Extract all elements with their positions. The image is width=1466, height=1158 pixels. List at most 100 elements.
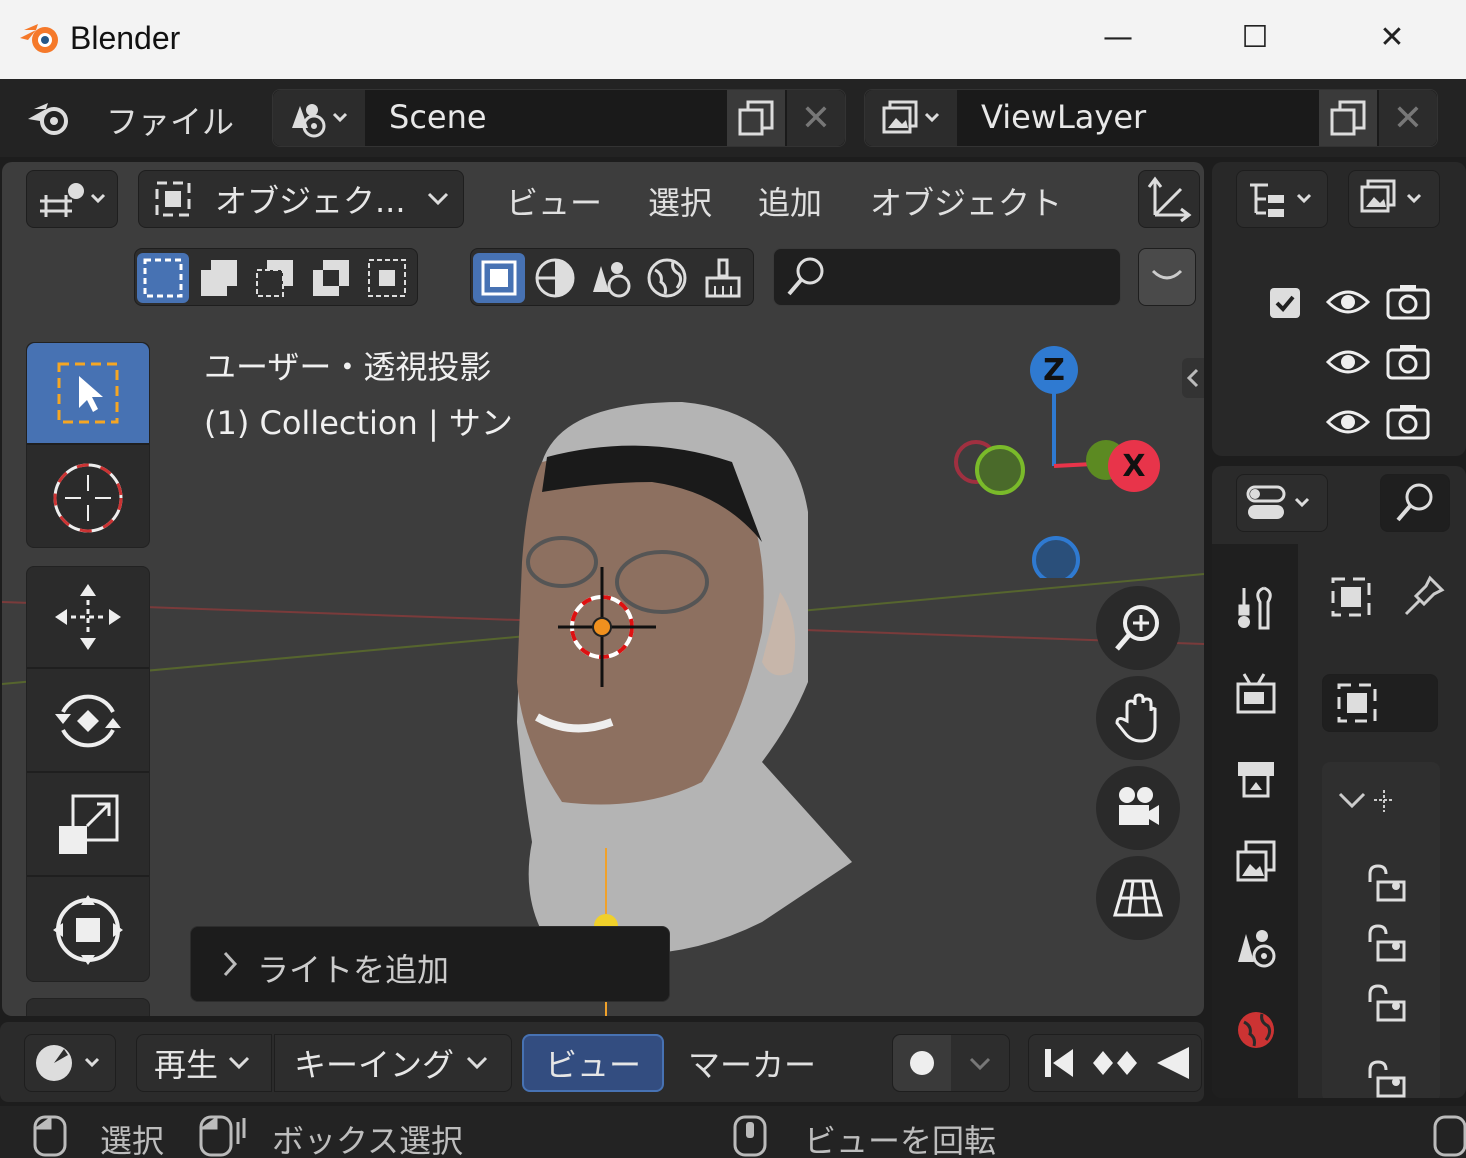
eye-icon[interactable]: [1326, 346, 1370, 378]
viewlayer-copy-button[interactable]: [1319, 90, 1377, 146]
pan-button[interactable]: [1096, 676, 1180, 760]
properties-tabs: [1212, 544, 1298, 1098]
close-button[interactable]: ✕: [1362, 14, 1422, 60]
select-extend-button[interactable]: [193, 253, 245, 303]
minimize-button[interactable]: —: [1088, 14, 1148, 60]
object-data-button[interactable]: [1318, 566, 1384, 628]
ortho-toggle-button[interactable]: [1096, 856, 1180, 940]
viewport-options-toggle[interactable]: [1138, 248, 1196, 306]
scene-name[interactable]: Scene: [389, 98, 487, 136]
filter-scene-button[interactable]: [585, 253, 637, 303]
tool-wrench-icon[interactable]: [1234, 584, 1278, 632]
eye-icon[interactable]: [1326, 406, 1370, 438]
filter-mesh-button[interactable]: [473, 253, 525, 303]
maximize-button[interactable]: ☐: [1225, 14, 1285, 60]
play-reverse-icon[interactable]: [1151, 1043, 1195, 1083]
viewlayer-remove-button[interactable]: ✕: [1379, 90, 1437, 146]
last-operation-panel[interactable]: ライトを追加: [190, 926, 670, 1002]
mouse-left-icon: [33, 1115, 67, 1157]
gizmo-x-axis[interactable]: X: [1108, 440, 1160, 492]
eye-icon[interactable]: [1326, 286, 1370, 318]
mouse-drag-icon: [199, 1115, 246, 1157]
outliner-display-mode[interactable]: [1348, 170, 1440, 228]
chevron-down-icon[interactable]: [1334, 782, 1404, 818]
jump-start-icon[interactable]: [1037, 1043, 1081, 1083]
filter-shading-button[interactable]: [529, 253, 581, 303]
status-bar: 選択 ボックス選択 ビューを回転: [0, 1106, 1466, 1158]
3d-viewport[interactable]: オブジェク... ビュー 選択 追加 オブジェクト ユーザー・透視投影 (1) …: [2, 162, 1204, 1016]
scene-icon[interactable]: [1234, 922, 1278, 970]
scene-copy-button[interactable]: [727, 90, 785, 146]
lock-icon[interactable]: [1362, 982, 1412, 1022]
mode-dropdown[interactable]: オブジェク...: [138, 170, 464, 228]
chevron-down-icon[interactable]: [965, 1049, 995, 1079]
output-printer-icon[interactable]: [1234, 754, 1278, 802]
toolbar-more-group[interactable]: [26, 998, 150, 1016]
scene-icon: [292, 104, 348, 138]
viewlayer-browse-button[interactable]: [865, 90, 957, 146]
select-intersect-button[interactable]: [361, 253, 413, 303]
timeline-view-menu[interactable]: ビュー: [522, 1034, 664, 1092]
scene-browse-button[interactable]: [273, 90, 365, 146]
menu-add[interactable]: 追加: [758, 178, 822, 224]
camera-render-icon[interactable]: [1386, 404, 1430, 440]
viewport-search-input[interactable]: [773, 248, 1121, 306]
checkmark-icon: [1275, 295, 1295, 312]
tool-scale[interactable]: [27, 775, 149, 877]
hand-icon: [1115, 693, 1157, 743]
gizmo-z-axis[interactable]: Z: [1030, 346, 1078, 394]
outliner-editor-type[interactable]: [1236, 170, 1328, 228]
transform-icon: [53, 895, 123, 965]
chevron-left-icon: [1186, 368, 1199, 388]
viewlayer-icon[interactable]: [1234, 838, 1278, 886]
lock-icon[interactable]: [1362, 862, 1412, 902]
copy-icon: [738, 100, 774, 136]
lock-icon[interactable]: [1362, 922, 1412, 962]
select-subtract-button[interactable]: [249, 253, 301, 303]
filter-paint-button[interactable]: [697, 253, 749, 303]
toolbar-select-group: [26, 342, 150, 548]
tool-select-box[interactable]: [27, 343, 149, 445]
object-selector[interactable]: [1322, 674, 1438, 732]
collection-checkbox[interactable]: [1270, 288, 1300, 318]
tool-cursor[interactable]: [27, 447, 149, 549]
tool-rotate[interactable]: [27, 671, 149, 773]
camera-render-icon[interactable]: [1386, 344, 1430, 380]
editor-type-button[interactable]: [26, 170, 118, 228]
sidebar-toggle[interactable]: [1182, 358, 1204, 398]
outliner-icon: [1250, 183, 1312, 217]
render-icon[interactable]: [1234, 670, 1278, 718]
tool-transform[interactable]: [27, 879, 149, 981]
auto-keying-group: [892, 1034, 1010, 1092]
camera-view-button[interactable]: [1096, 766, 1180, 850]
viewlayer-name[interactable]: ViewLayer: [981, 98, 1146, 136]
blender-menu-icon[interactable]: [26, 99, 76, 139]
viewport-projection-label: ユーザー・透視投影: [204, 348, 492, 386]
filter-world-button[interactable]: [641, 253, 693, 303]
scene-remove-button[interactable]: ✕: [787, 90, 845, 146]
auto-keying-button[interactable]: [893, 1035, 951, 1091]
pin-icon[interactable]: [1402, 574, 1446, 622]
status-select: 選択: [100, 1122, 165, 1158]
menu-object[interactable]: オブジェクト: [870, 178, 1062, 224]
menu-select[interactable]: 選択: [648, 178, 712, 224]
select-invert-button[interactable]: [305, 253, 357, 303]
object-mode-icon: [155, 181, 191, 217]
marker-menu[interactable]: マーカー: [688, 1034, 816, 1092]
keying-menu[interactable]: キーイング: [274, 1034, 512, 1092]
transform-orientation-button[interactable]: [1138, 170, 1200, 228]
tool-move[interactable]: [27, 567, 149, 669]
brush-icon: [705, 258, 741, 298]
file-menu[interactable]: ファイル: [106, 97, 234, 143]
zoom-button[interactable]: [1096, 586, 1180, 670]
world-globe-icon[interactable]: [1234, 1006, 1278, 1054]
lock-icon[interactable]: [1362, 1058, 1412, 1098]
menu-view[interactable]: ビュー: [506, 178, 602, 224]
camera-render-icon[interactable]: [1386, 284, 1430, 320]
playback-menu[interactable]: 再生: [136, 1034, 272, 1092]
properties-editor-type[interactable]: [1236, 474, 1328, 532]
select-new-button[interactable]: [137, 253, 189, 303]
properties-search[interactable]: [1380, 474, 1450, 532]
timeline-editor-type[interactable]: [24, 1034, 116, 1092]
keyframe-jump-icon[interactable]: [1089, 1043, 1141, 1083]
